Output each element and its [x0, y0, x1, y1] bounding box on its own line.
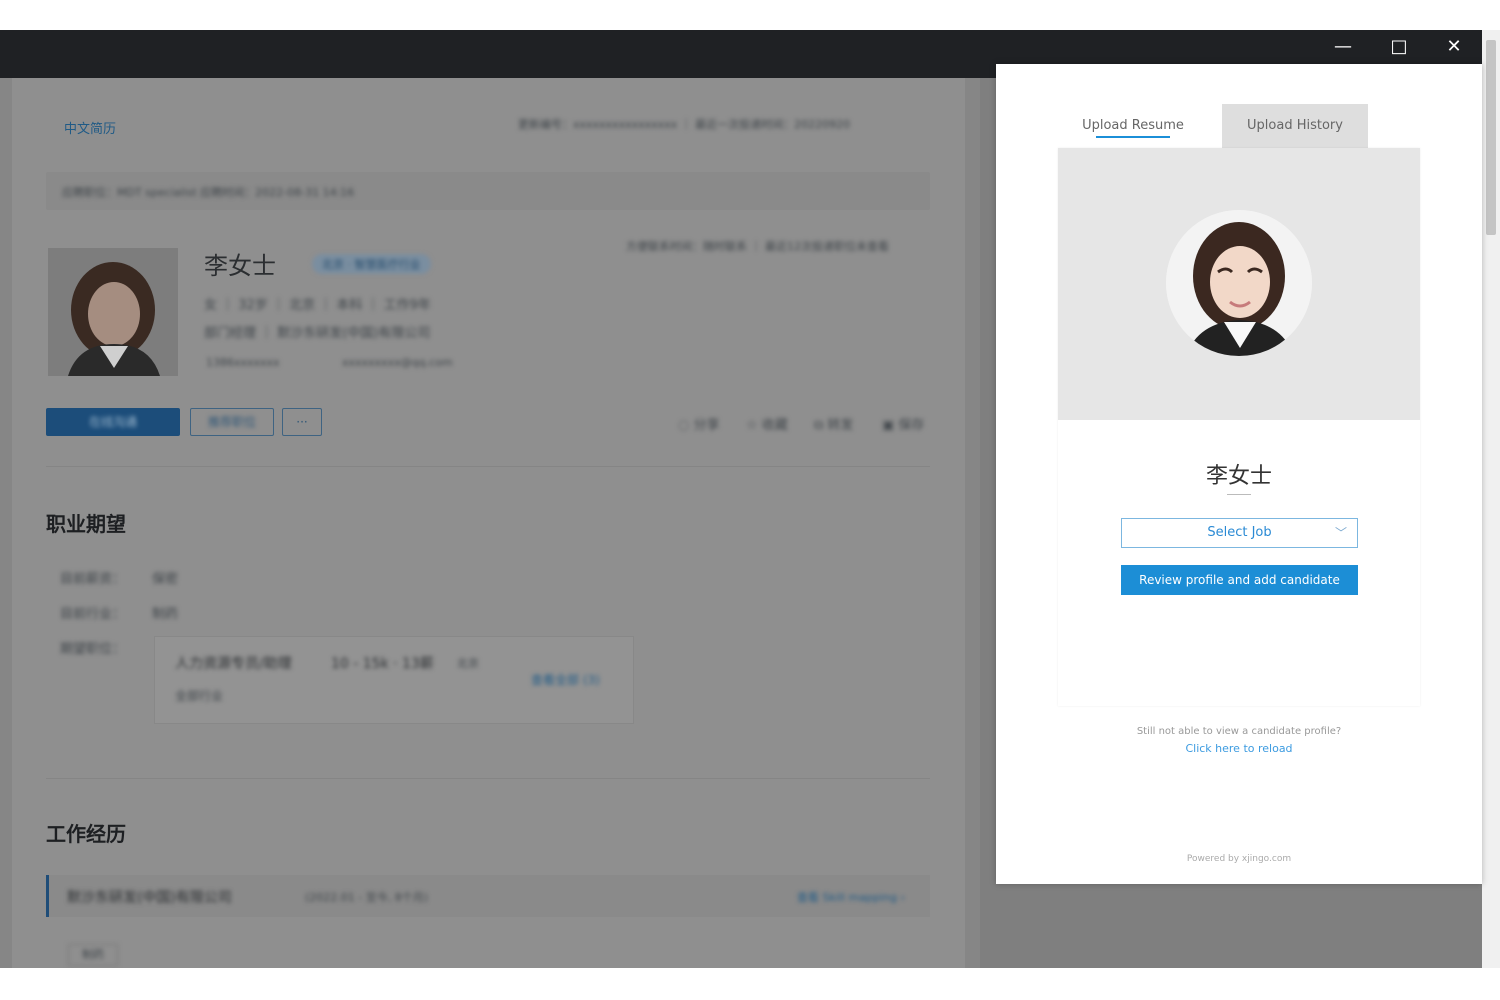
reload-link[interactable]: Click here to reload	[996, 742, 1482, 755]
work-period: (2022.01 - 至今, 8个月)	[305, 891, 429, 904]
chat-button[interactable]: 在线沟通	[46, 408, 180, 436]
save-action[interactable]: ▣ 保存	[882, 414, 924, 433]
resume-meta: 更新编号：xxxxxxxxxxxxxxxx ｜ 最近一次投递时间：2022092…	[518, 118, 851, 131]
expected-job-industry: 全部行业	[175, 689, 224, 703]
candidate-basics: 女 ｜ 32岁 ｜ 北京 ｜ 本科 ｜ 工作9年	[204, 298, 431, 313]
close-button[interactable]: ✕	[1441, 36, 1467, 58]
salary-value: 保密	[152, 572, 179, 587]
candidate-portrait	[1166, 210, 1312, 356]
candidate-name: 李女士	[204, 252, 276, 280]
powered-by: Powered by xjingo.com	[1186, 854, 1292, 864]
avatar	[48, 248, 178, 376]
divider	[46, 778, 930, 779]
name-underline	[1227, 494, 1251, 495]
contact-meta: 方便联系时间：随时联系 ｜ 最近12次投递职位未查看	[626, 240, 889, 253]
expected-job-city: 北京	[457, 657, 479, 670]
candidate-card: 李女士 Select Job ﹀ Review profile and add …	[1058, 148, 1420, 706]
expected-job-salary: 10 - 15k · 13薪	[331, 656, 434, 672]
applied-info-bar: 应聘职位：MDT specialist 应聘时间：2022-08-31 14:1…	[46, 172, 930, 210]
chevron-down-icon: ﹀	[1334, 526, 1347, 540]
save-icon: ▣	[882, 418, 899, 433]
industry-label: 目前行业：	[60, 607, 126, 622]
review-add-candidate-button[interactable]: Review profile and add candidate	[1121, 565, 1358, 595]
career-expectation-title: 职业期望	[46, 512, 126, 536]
email-address: xxxxxxxxx@qq.com	[342, 356, 453, 369]
work-company: 默沙东研发(中国)有限公司	[67, 890, 232, 906]
tab-upload-resume[interactable]: Upload Resume	[1060, 104, 1206, 148]
view-all-link[interactable]: 查看全部 (3)	[531, 671, 600, 688]
chinese-resume-link[interactable]: 中文简历	[64, 118, 116, 137]
applied-line: 应聘职位：MDT specialist 应聘时间：2022-08-31 14:1…	[62, 186, 355, 199]
resume-card: 中文简历 更新编号：xxxxxxxxxxxxxxxx ｜ 最近一次投递时间：20…	[12, 78, 965, 968]
forward-action[interactable]: ⧉ 转发	[814, 414, 853, 433]
candidate-photo	[1166, 210, 1312, 356]
extension-panel: Upload Resume Upload History 李女士 Select …	[996, 64, 1482, 884]
share-action[interactable]: ◌ 分享	[678, 414, 720, 433]
page-gutter-right	[965, 78, 980, 968]
work-tag: 制药	[68, 944, 118, 966]
photo-area	[1058, 148, 1420, 420]
divider	[46, 466, 930, 467]
industry-value: 制药	[152, 607, 179, 622]
candidate-tag: 北京 · 智慧医疗行业	[312, 254, 431, 274]
salary-label: 目前薪资：	[60, 572, 126, 587]
expected-job-title: 人力资源专员/助理	[175, 656, 292, 672]
scrollbar-thumb[interactable]	[1486, 40, 1496, 235]
candidate-name-display: 李女士	[1205, 464, 1272, 489]
active-tab-indicator	[1096, 136, 1170, 138]
share-icon: ◌	[678, 418, 694, 433]
phone-number: 1386xxxxxxx	[206, 356, 280, 369]
minimize-button[interactable]: —	[1330, 36, 1356, 58]
skill-mapping-link[interactable]: 查看 Skill mapping ›	[797, 889, 905, 905]
work-entry[interactable]: 默沙东研发(中国)有限公司 (2022.01 - 至今, 8个月) 查看 Ski…	[46, 875, 930, 917]
tab-upload-history[interactable]: Upload History	[1222, 104, 1368, 148]
forward-icon: ⧉	[814, 418, 828, 433]
star-icon: ☆	[746, 418, 762, 433]
work-experience-title: 工作经历	[46, 822, 126, 846]
avatar-photo	[48, 248, 178, 376]
favorite-action[interactable]: ☆ 收藏	[746, 414, 788, 433]
recommend-job-button[interactable]: 推荐职位	[190, 408, 274, 436]
more-button[interactable]: ···	[282, 408, 322, 436]
expected-job-card: 人力资源专员/助理 10 - 15k · 13薪 北京 全部行业 查看全部 (3…	[154, 636, 634, 724]
current-job: 部门经理 ｜ 默沙东研发(中国)有限公司	[204, 326, 431, 341]
select-job-dropdown[interactable]: Select Job ﹀	[1121, 518, 1358, 548]
page-gutter-left	[0, 78, 12, 968]
expected-job-label: 期望职位：	[60, 642, 126, 657]
reload-note: Still not able to view a candidate profi…	[1136, 726, 1342, 737]
maximize-button[interactable]: □	[1386, 36, 1412, 58]
screen: — □ ✕ 中文简历 更新编号：xxxxxxxxxxxxxxxx ｜ 最近一次投…	[0, 0, 1500, 1000]
